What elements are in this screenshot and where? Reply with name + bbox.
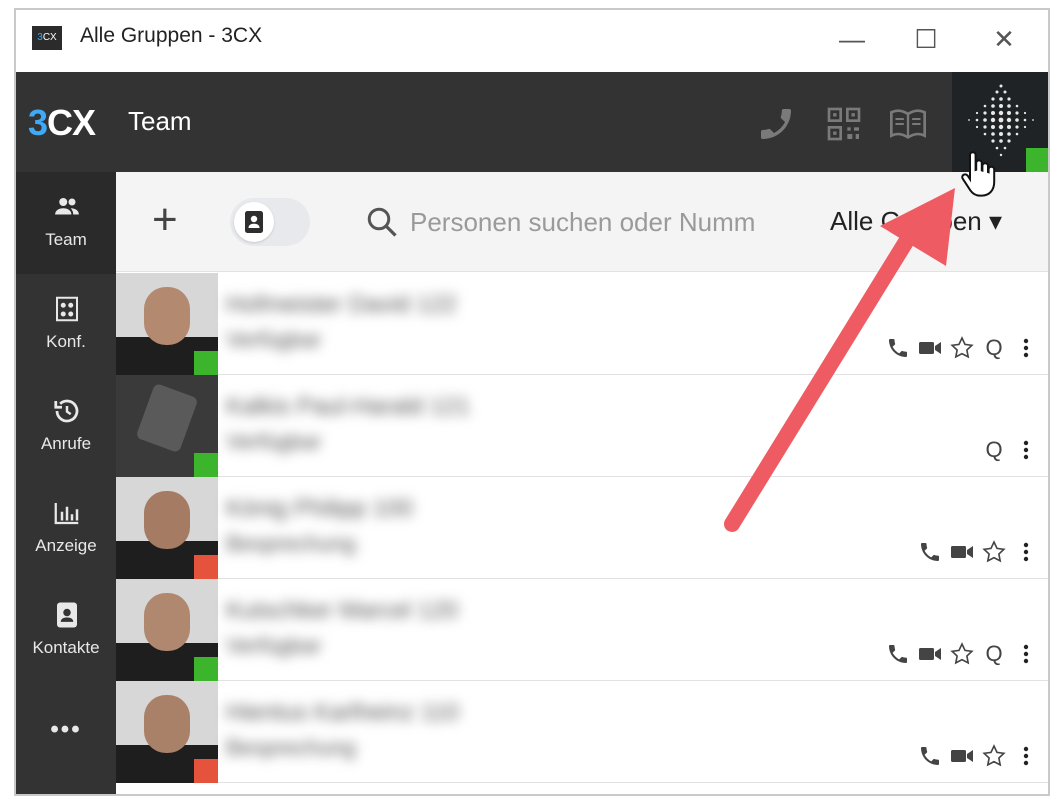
avatar — [116, 681, 218, 783]
contact-card-icon — [245, 211, 263, 233]
video-icon[interactable] — [914, 332, 946, 364]
sidebar-item-label: Kontakte — [32, 638, 100, 657]
row-actions — [914, 535, 1042, 569]
phone-icon[interactable] — [914, 536, 946, 568]
phone-icon[interactable] — [882, 332, 914, 364]
more-options-icon[interactable] — [1010, 332, 1042, 364]
queue-icon[interactable]: Q — [978, 332, 1010, 364]
row-actions — [914, 739, 1042, 773]
star-icon[interactable] — [946, 332, 978, 364]
maximize-button[interactable]: ☐ — [906, 22, 946, 56]
list-item[interactable]: Hientus Karlheinz 110 Besprechung — [116, 681, 1048, 783]
phone-icon[interactable] — [882, 638, 914, 670]
qr-code-icon[interactable] — [824, 104, 864, 144]
contact-status: Verfügbar — [226, 633, 322, 658]
phone-icon[interactable] — [914, 740, 946, 772]
sidebar-item-konf[interactable]: Konf. — [16, 274, 116, 376]
star-icon[interactable] — [978, 536, 1010, 568]
conference-icon — [56, 296, 78, 322]
sidebar-item-anrufe[interactable]: Anrufe — [16, 376, 116, 478]
app-logo-icon: 3CX — [32, 26, 62, 50]
contact-name: Hofmeister David 122 — [226, 291, 457, 318]
contact-status: Verfügbar — [226, 429, 322, 454]
contact-status: Besprechung — [226, 531, 356, 556]
video-icon[interactable] — [946, 536, 978, 568]
sidebar-item-label: Team — [45, 230, 87, 249]
sidebar-item-label: Konf. — [46, 332, 86, 351]
presence-indicator — [194, 453, 218, 477]
sidebar-item-more[interactable]: ••• — [16, 682, 116, 784]
presence-indicator — [194, 657, 218, 681]
video-icon[interactable] — [914, 638, 946, 670]
presence-indicator — [194, 351, 218, 375]
contact-name: Kutschker Marcel 120 — [226, 597, 459, 624]
more-options-icon[interactable] — [1010, 536, 1042, 568]
contacts-toggle[interactable] — [230, 198, 310, 246]
sidebar-item-team[interactable]: Team — [16, 172, 116, 274]
window-titlebar: 3CX Alle Gruppen - 3CX — ☐ ✕ — [16, 10, 1048, 72]
add-button[interactable]: + — [152, 198, 178, 242]
sidebar-item-label: Anrufe — [40, 434, 92, 453]
queue-icon[interactable]: Q — [978, 434, 1010, 466]
list-item[interactable]: Kalkis Paul-Harald 121 Verfügbar Q — [116, 375, 1048, 477]
list-item[interactable]: Kutschker Marcel 120 Verfügbar Q — [116, 579, 1048, 681]
phonebook-icon[interactable] — [888, 104, 928, 144]
avatar — [116, 273, 218, 375]
close-button[interactable]: ✕ — [984, 22, 1024, 56]
page-title: Team — [128, 106, 192, 136]
contact-name: Hientus Karlheinz 110 — [226, 699, 460, 726]
contact-name: Kalkis Paul-Harald 121 — [226, 393, 471, 420]
video-icon[interactable] — [946, 740, 978, 772]
hand-cursor-icon — [961, 151, 996, 197]
contact-status: Verfügbar — [226, 327, 322, 352]
sidebar-item-anzeige[interactable]: Anzeige — [16, 478, 116, 580]
toolbar: + Alle Gruppen ▾ — [116, 172, 1048, 272]
team-icon — [55, 198, 79, 215]
presence-indicator — [194, 555, 218, 579]
minimize-button[interactable]: — — [832, 22, 872, 56]
app-window: 3CX Alle Gruppen - 3CX — ☐ ✕ 3CX Team Te… — [14, 8, 1050, 796]
row-actions: Q — [882, 637, 1042, 671]
avatar — [116, 375, 218, 477]
sidebar: Team Konf. Anrufe Anzeige Kontakte ••• — [16, 172, 116, 794]
row-actions: Q — [882, 331, 1042, 365]
star-icon[interactable] — [978, 740, 1010, 772]
search-input[interactable] — [410, 200, 800, 244]
contact-list: Hofmeister David 122 Verfügbar Q Kalkis … — [116, 273, 1048, 794]
brand-logo: 3CX — [28, 102, 96, 143]
sidebar-item-label: Anzeige — [35, 536, 97, 555]
more-icon: ••• — [50, 716, 82, 743]
list-item[interactable]: Hofmeister David 122 Verfügbar Q — [116, 273, 1048, 375]
window-title: Alle Gruppen - 3CX — [80, 24, 263, 47]
history-icon — [54, 399, 79, 423]
sidebar-item-kontakte[interactable]: Kontakte — [16, 580, 116, 682]
contacts-icon — [57, 602, 77, 628]
more-options-icon[interactable] — [1010, 740, 1042, 772]
panel-icon — [54, 503, 79, 525]
group-select[interactable]: Alle Gruppen ▾ — [830, 206, 1002, 237]
toggle-knob — [234, 202, 274, 242]
list-item[interactable]: König Philipp 100 Besprechung — [116, 477, 1048, 579]
avatar — [116, 477, 218, 579]
presence-indicator — [194, 759, 218, 783]
own-status-indicator — [1026, 148, 1048, 172]
phone-icon[interactable] — [756, 104, 796, 144]
star-icon[interactable] — [946, 638, 978, 670]
row-actions: Q — [978, 433, 1042, 467]
app-header: 3CX Team — [16, 72, 1048, 172]
more-options-icon[interactable] — [1010, 434, 1042, 466]
contact-status: Besprechung — [226, 735, 356, 760]
queue-icon[interactable]: Q — [978, 638, 1010, 670]
more-options-icon[interactable] — [1010, 638, 1042, 670]
avatar — [116, 579, 218, 681]
search-icon[interactable] — [364, 204, 400, 240]
contact-name: König Philipp 100 — [226, 495, 413, 522]
